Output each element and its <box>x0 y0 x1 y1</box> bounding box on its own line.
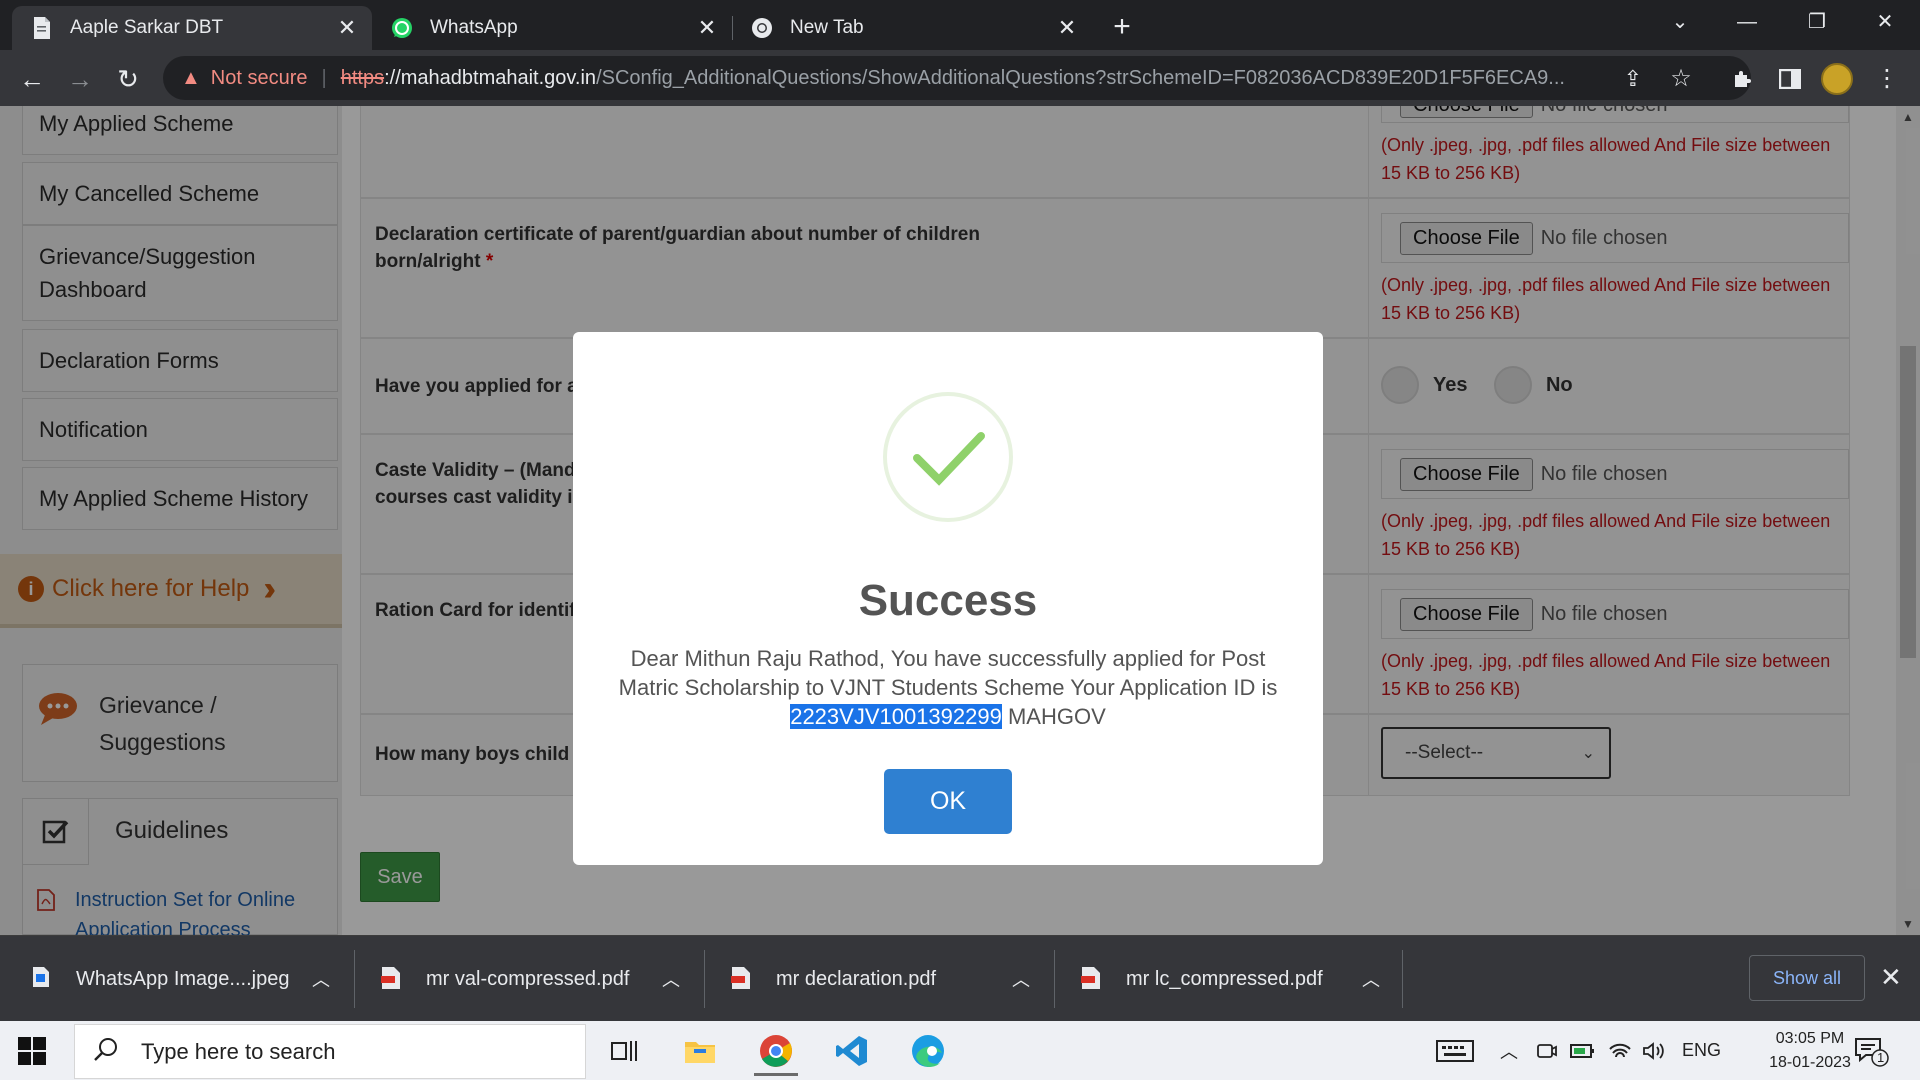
task-view-icon[interactable] <box>594 1025 654 1076</box>
chevron-up-icon[interactable]: ︿ <box>1500 1021 1518 1080</box>
download-name: mr declaration.pdf <box>776 967 937 990</box>
tab-search-chevron-icon[interactable]: ⌄ <box>1645 0 1715 44</box>
chevron-up-icon[interactable]: ︿ <box>662 966 680 992</box>
keyboard-icon[interactable] <box>1436 1021 1474 1080</box>
application-id[interactable]: 2223VJV1001392299 <box>790 704 1002 729</box>
close-icon[interactable]: ✕ <box>696 15 718 41</box>
minimize-icon[interactable]: — <box>1712 0 1782 44</box>
download-item[interactable]: mr lc_compressed.pdf ︿ <box>1080 936 1398 1022</box>
profile-avatar[interactable] <box>1820 62 1854 96</box>
notification-badge: 1 <box>1877 1050 1885 1065</box>
new-tab-plus-icon[interactable]: + <box>1104 10 1140 46</box>
back-arrow-icon[interactable]: ← <box>15 62 49 96</box>
chrome-icon <box>750 16 774 40</box>
pdf-file-icon <box>1080 966 1102 992</box>
tab-title: New Tab <box>790 17 864 38</box>
url-path: /SConfig_AdditionalQuestions/ShowAdditio… <box>596 66 1565 89</box>
language-indicator[interactable]: ENG <box>1682 1021 1721 1080</box>
url-scheme: https <box>340 66 385 89</box>
tab-whatsapp[interactable]: WhatsApp ✕ <box>372 6 732 50</box>
download-shelf: WhatsApp Image....jpeg ︿ mr val-compress… <box>0 935 1920 1021</box>
warning-icon: ▲ <box>181 66 201 89</box>
download-name: mr val-compressed.pdf <box>426 967 630 990</box>
wifi-icon[interactable] <box>1608 1021 1632 1080</box>
windows-taskbar: Type here to search ︿ ENG 03:05 PM 18-01… <box>0 1021 1920 1080</box>
tab-aaple-sarkar-dbt[interactable]: Aaple Sarkar DBT ✕ <box>12 6 372 50</box>
download-item[interactable]: mr val-compressed.pdf ︿ <box>380 936 698 1022</box>
side-panel-icon[interactable] <box>1773 62 1807 96</box>
close-icon[interactable]: ✕ <box>1880 962 1902 993</box>
extensions-icon[interactable] <box>1726 62 1760 96</box>
menu-dots-icon[interactable]: ⋮ <box>1870 62 1904 96</box>
meet-now-icon[interactable] <box>1535 1021 1557 1080</box>
share-icon[interactable]: ⇪ <box>1616 62 1650 96</box>
chevron-up-icon[interactable]: ︿ <box>1012 966 1030 992</box>
clock-date: 18-01-2023 <box>1769 1054 1851 1071</box>
reload-icon[interactable]: ↻ <box>111 62 145 96</box>
pdf-file-icon <box>380 966 402 992</box>
document-icon <box>30 16 54 40</box>
tab-title: Aaple Sarkar DBT <box>70 17 224 38</box>
download-name: mr lc_compressed.pdf <box>1126 967 1323 990</box>
tab-title: WhatsApp <box>430 17 518 38</box>
chevron-up-icon[interactable]: ︿ <box>312 966 330 992</box>
image-file-icon <box>30 966 52 992</box>
tab-new-tab[interactable]: New Tab ✕ <box>732 6 1092 50</box>
restore-icon[interactable]: ❐ <box>1782 0 1852 44</box>
star-icon[interactable]: ☆ <box>1664 62 1698 96</box>
window-close-icon[interactable]: ✕ <box>1850 0 1920 44</box>
windows-start-icon[interactable] <box>18 1037 46 1065</box>
edge-icon[interactable] <box>898 1025 958 1076</box>
battery-icon[interactable] <box>1570 1021 1596 1080</box>
security-label[interactable]: Not secure <box>211 67 308 90</box>
url-separator: :// <box>384 66 401 89</box>
forward-arrow-icon[interactable]: → <box>63 62 97 96</box>
vscode-icon[interactable] <box>822 1025 882 1076</box>
notification-center-icon[interactable]: 1 <box>1854 1021 1890 1080</box>
pdf-file-icon <box>730 966 752 992</box>
chevron-up-icon[interactable]: ︿ <box>1362 966 1380 992</box>
close-icon[interactable]: ✕ <box>1056 15 1078 41</box>
download-name: WhatsApp Image....jpeg <box>76 967 290 990</box>
ok-button[interactable]: OK <box>884 769 1012 834</box>
search-placeholder: Type here to search <box>141 1038 336 1064</box>
clock-time: 03:05 PM <box>1775 1030 1845 1047</box>
success-check-icon <box>883 392 1013 522</box>
message-text: Dear Mithun Raju Rathod, You have succes… <box>618 646 1278 700</box>
success-dialog: Success Dear Mithun Raju Rathod, You hav… <box>573 332 1323 865</box>
browser-tab-strip: Aaple Sarkar DBT ✕ WhatsApp ✕ New Tab ✕ … <box>0 0 1920 50</box>
volume-icon[interactable] <box>1642 1021 1666 1080</box>
search-icon <box>93 1036 121 1068</box>
address-bar[interactable]: ▲ Not secure | https :// mahadbtmahait.g… <box>163 56 1751 100</box>
message-suffix: MAHGOV <box>1007 704 1106 729</box>
download-item[interactable]: mr declaration.pdf ︿ <box>730 936 1048 1022</box>
clock[interactable]: 03:05 PM 18-01-2023 <box>1755 1027 1865 1075</box>
whatsapp-icon <box>390 16 414 40</box>
file-explorer-icon[interactable] <box>670 1025 730 1076</box>
url-host: mahadbtmahait.gov.in <box>400 66 597 89</box>
taskbar-search-input[interactable]: Type here to search <box>74 1024 586 1079</box>
dialog-title: Success <box>858 576 1038 625</box>
show-all-button[interactable]: Show all <box>1749 955 1865 1001</box>
close-icon[interactable]: ✕ <box>336 15 358 41</box>
page-viewport: My Applied Scheme My Cancelled Scheme Gr… <box>0 106 1920 935</box>
separator: | <box>321 66 327 89</box>
download-item[interactable]: WhatsApp Image....jpeg ︿ <box>30 936 348 1022</box>
dialog-message: Dear Mithun Raju Rathod, You have succes… <box>613 644 1283 731</box>
chrome-taskbar-icon[interactable] <box>746 1025 806 1076</box>
